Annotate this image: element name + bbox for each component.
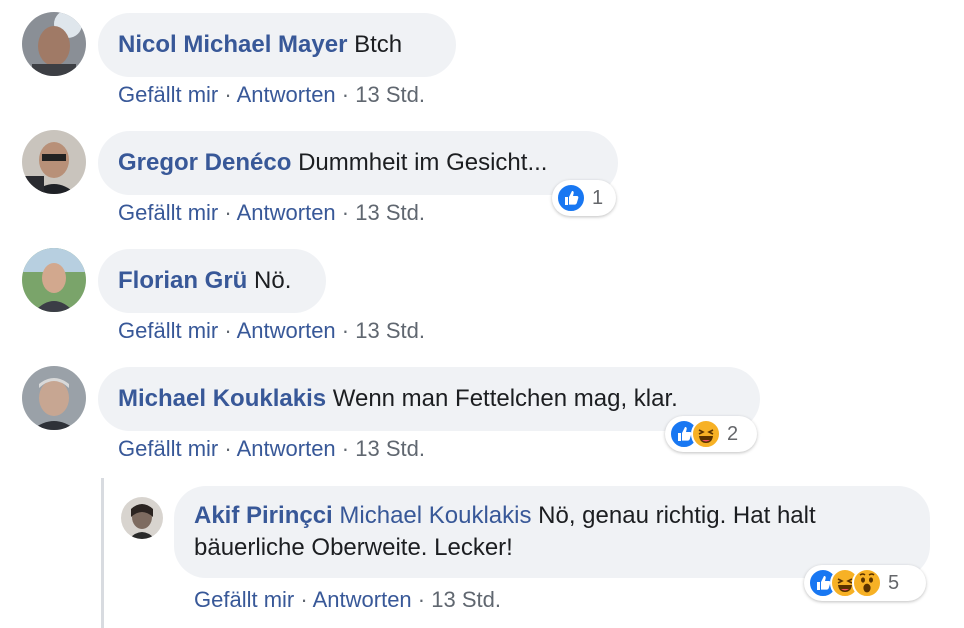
timestamp[interactable]: 13 Std. xyxy=(355,318,425,343)
comment-bubble: Nicol Michael Mayer Btch xyxy=(98,13,456,77)
reaction-count: 1 xyxy=(592,186,604,209)
comment-text: Nö. xyxy=(254,267,292,294)
timestamp[interactable]: 13 Std. xyxy=(355,200,425,225)
avatar[interactable] xyxy=(22,12,86,76)
like-link[interactable]: Gefällt mir xyxy=(118,318,218,343)
comment-text: Wenn man Fettelchen mag, klar. xyxy=(332,385,678,412)
like-link[interactable]: Gefällt mir xyxy=(118,82,218,107)
reply-author[interactable]: Akif Pirinçci xyxy=(194,502,333,529)
reply-link[interactable]: Antworten xyxy=(313,587,412,612)
comment-bubble: Michael Kouklakis Wenn man Fettelchen ma… xyxy=(98,367,760,431)
comment-actions: Gefällt mir · Antworten · 13 Std. xyxy=(118,318,425,344)
like-reaction-icon xyxy=(556,183,586,213)
separator: · xyxy=(341,82,350,107)
reply-link[interactable]: Antworten xyxy=(237,82,336,107)
avatar[interactable] xyxy=(22,248,86,312)
separator: · xyxy=(224,82,232,107)
reaction-summary[interactable]: 5 xyxy=(804,565,926,601)
reaction-count: 5 xyxy=(888,571,900,594)
reply-bubble: Akif Pirinçci Michael Kouklakis Nö, gena… xyxy=(174,486,930,578)
like-link[interactable]: Gefällt mir xyxy=(194,587,294,612)
comment-author[interactable]: Florian Grü xyxy=(118,267,247,294)
reply-link[interactable]: Antworten xyxy=(237,318,336,343)
separator: · xyxy=(341,318,350,343)
reply-link[interactable]: Antworten xyxy=(237,436,336,461)
separator: · xyxy=(224,318,232,343)
comment-author[interactable]: Michael Kouklakis xyxy=(118,385,326,412)
like-link[interactable]: Gefällt mir xyxy=(118,436,218,461)
comment-bubble: Florian Grü Nö. xyxy=(98,249,326,313)
comment-author[interactable]: Nicol Michael Mayer xyxy=(118,31,347,58)
comment-text: Dummheit im Gesicht... xyxy=(298,149,548,176)
separator: · xyxy=(300,587,308,612)
wow-reaction-icon xyxy=(852,568,882,598)
reaction-count: 2 xyxy=(727,422,739,445)
avatar[interactable] xyxy=(121,497,163,539)
reaction-summary[interactable]: 1 xyxy=(552,180,616,216)
timestamp[interactable]: 13 Std. xyxy=(355,82,425,107)
reply-thread-line xyxy=(101,478,104,628)
separator: · xyxy=(224,436,232,461)
comment-author[interactable]: Gregor Denéco xyxy=(118,149,291,176)
comment-text: Btch xyxy=(354,31,403,58)
separator: · xyxy=(417,587,426,612)
separator: · xyxy=(341,200,350,225)
avatar[interactable] xyxy=(22,366,86,430)
haha-reaction-icon xyxy=(691,419,721,449)
comment-bubble: Gregor Denéco Dummheit im Gesicht... xyxy=(98,131,618,195)
reply-link[interactable]: Antworten xyxy=(237,200,336,225)
comment-actions: Gefällt mir · Antworten · 13 Std. xyxy=(118,200,425,226)
separator: · xyxy=(341,436,350,461)
like-link[interactable]: Gefällt mir xyxy=(118,200,218,225)
separator: · xyxy=(224,200,232,225)
comment-actions: Gefällt mir · Antworten · 13 Std. xyxy=(118,436,425,462)
timestamp[interactable]: 13 Std. xyxy=(355,436,425,461)
reaction-summary[interactable]: 2 xyxy=(665,416,757,452)
mention-link[interactable]: Michael Kouklakis xyxy=(339,502,531,529)
comment-actions: Gefällt mir · Antworten · 13 Std. xyxy=(118,82,425,108)
reply-actions: Gefällt mir · Antworten · 13 Std. xyxy=(194,587,501,613)
avatar[interactable] xyxy=(22,130,86,194)
timestamp[interactable]: 13 Std. xyxy=(431,587,501,612)
